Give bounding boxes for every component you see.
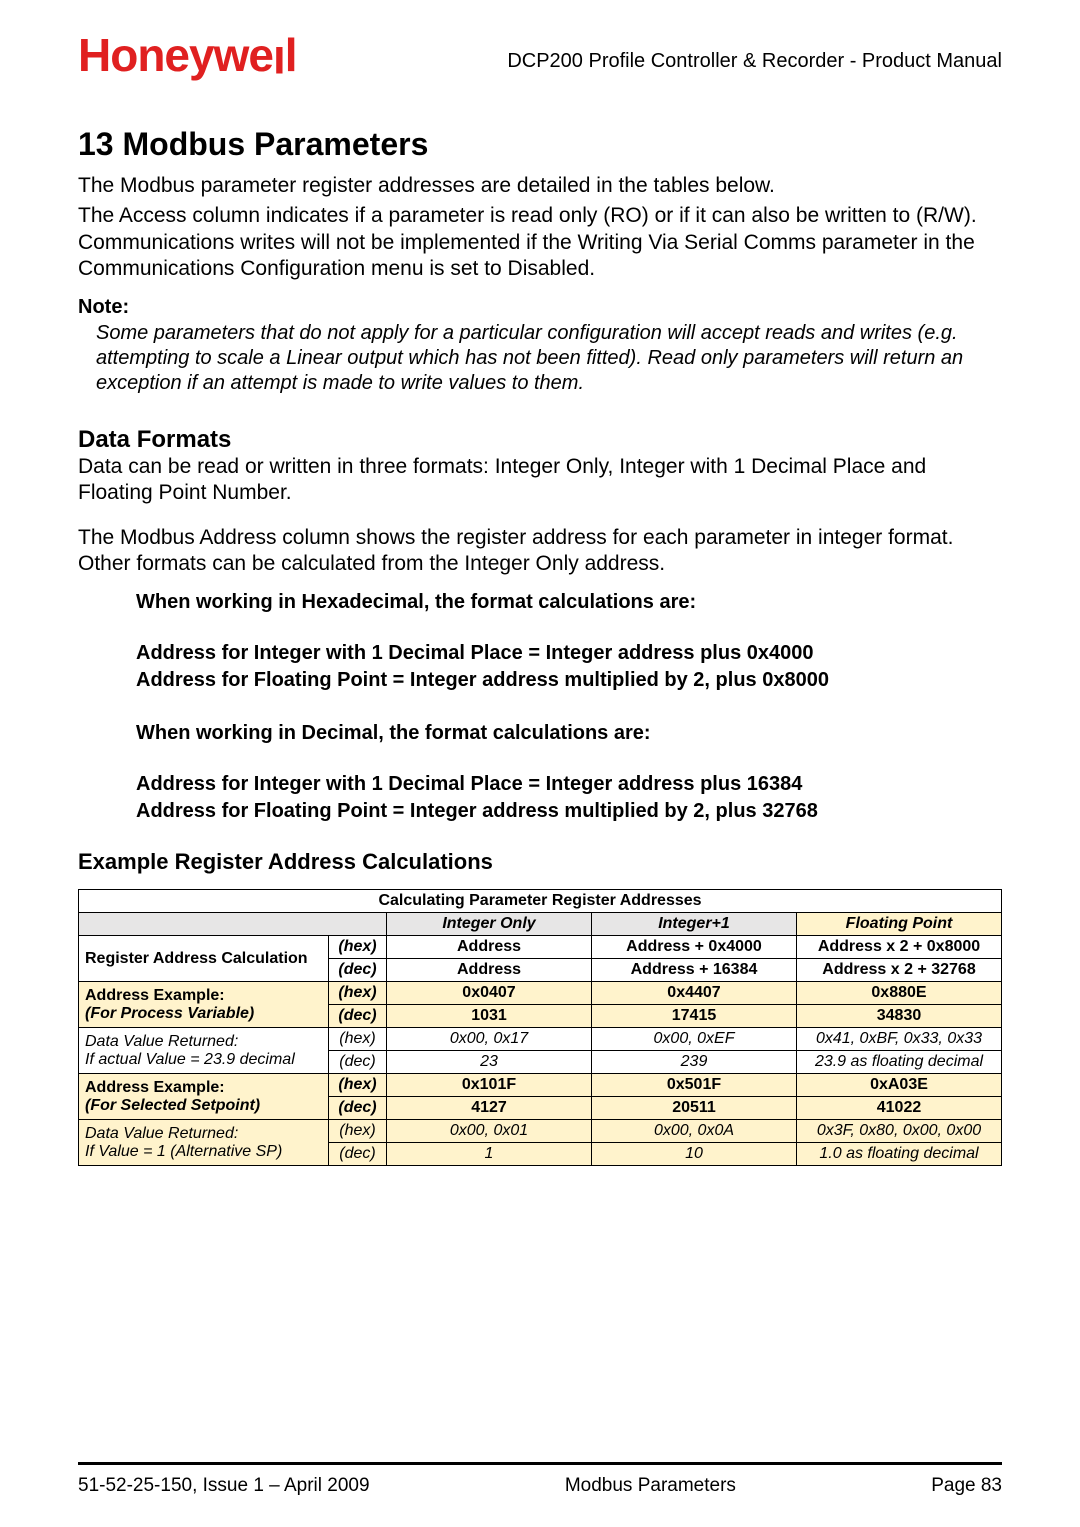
cell: 0x0407 <box>387 982 592 1005</box>
cell: 0x00, 0xEF <box>592 1028 797 1051</box>
cell: Address x 2 + 0x8000 <box>797 936 1002 959</box>
row-sublabel-text: (For Selected Setpoint) <box>85 1097 260 1114</box>
unit-dec: (dec) <box>329 959 387 982</box>
hex-calc-block: When working in Hexadecimal, the format … <box>136 591 1002 692</box>
address-calculation-table: Calculating Parameter Register Addresses… <box>78 889 1002 1166</box>
dec-calc-block: When working in Decimal, the format calc… <box>136 722 1002 823</box>
data-formats-p1: Data can be read or written in three for… <box>78 454 1002 507</box>
cell: 1.0 as floating decimal <box>797 1143 1002 1166</box>
row-label-text: Address Example: <box>85 987 225 1004</box>
cell: Address x 2 + 32768 <box>797 959 1002 982</box>
unit-hex: (hex) <box>329 982 387 1005</box>
col-header-floating-point: Floating Point <box>797 913 1002 936</box>
unit-hex-text: (hex) <box>338 938 376 955</box>
cell: 17415 <box>592 1005 797 1028</box>
cell: 0x101F <box>387 1074 592 1097</box>
row-label: Address Example: (For Selected Setpoint) <box>79 1074 329 1120</box>
cell: Address <box>387 959 592 982</box>
col-header-integer-plus1: Integer+1 <box>592 913 797 936</box>
hex-calc-heading: When working in Hexadecimal, the format … <box>136 591 1002 614</box>
unit-dec: (dec) <box>329 1005 387 1028</box>
brand-suffix-short: l <box>273 40 285 82</box>
cell: Address <box>387 936 592 959</box>
data-formats-p2: The Modbus Address column shows the regi… <box>78 525 1002 578</box>
unit-hex-text: (hex) <box>338 1076 376 1093</box>
row-label: Data Value Returned: If actual Value = 2… <box>79 1028 329 1074</box>
cell: 0x4407 <box>592 982 797 1005</box>
intro-paragraph-1: The Modbus parameter register addresses … <box>78 173 1002 199</box>
hex-calc-line2: Address for Floating Point = Integer add… <box>136 669 1002 692</box>
unit-hex: (hex) <box>329 1028 387 1051</box>
dec-calc-line1: Address for Integer with 1 Decimal Place… <box>136 773 1002 796</box>
unit-hex: (hex) <box>329 936 387 959</box>
cell: 10 <box>592 1143 797 1166</box>
cell: 23 <box>387 1051 592 1074</box>
document-title: DCP200 Profile Controller & Recorder - P… <box>507 50 1002 73</box>
cell: 0x880E <box>797 982 1002 1005</box>
dec-calc-line2: Address for Floating Point = Integer add… <box>136 800 1002 823</box>
row-sublabel-text: (For Process Variable) <box>85 1005 254 1022</box>
col-header-integer-only: Integer Only <box>387 913 592 936</box>
cell: 4127 <box>387 1097 592 1120</box>
brand-suffix-tall: l <box>285 29 297 81</box>
cell: 0x00, 0x01 <box>387 1120 592 1143</box>
page-footer: 51-52-25-150, Issue 1 – April 2009 Modbu… <box>78 1462 1002 1497</box>
note-label: Note: <box>78 296 1002 319</box>
cell: 1 <box>387 1143 592 1166</box>
section-heading: 13 Modbus Parameters <box>78 126 1002 163</box>
row-sublabel-text: If actual Value = 23.9 decimal <box>85 1051 295 1068</box>
row-label-text: Data Value Returned: <box>85 1033 238 1050</box>
data-formats-heading: Data Formats <box>78 426 1002 454</box>
table-corner <box>79 913 387 936</box>
brand-prefix: Honeywe <box>78 29 273 81</box>
cell: 0x00, 0x0A <box>592 1120 797 1143</box>
cell: 239 <box>592 1051 797 1074</box>
hex-calc-line1: Address for Integer with 1 Decimal Place… <box>136 642 1002 665</box>
footer-left: 51-52-25-150, Issue 1 – April 2009 <box>78 1475 370 1497</box>
cell: 41022 <box>797 1097 1002 1120</box>
unit-hex: (hex) <box>329 1074 387 1097</box>
intro-paragraph-2: The Access column indicates if a paramet… <box>78 203 1002 282</box>
unit-dec-text: (dec) <box>338 1099 376 1116</box>
unit-dec: (dec) <box>329 1051 387 1074</box>
cell: 34830 <box>797 1005 1002 1028</box>
cell: 0x00, 0x17 <box>387 1028 592 1051</box>
example-heading: Example Register Address Calculations <box>78 849 1002 875</box>
cell: 0xA03E <box>797 1074 1002 1097</box>
cell: 0x41, 0xBF, 0x33, 0x33 <box>797 1028 1002 1051</box>
unit-dec: (dec) <box>329 1143 387 1166</box>
cell: 0x3F, 0x80, 0x00, 0x00 <box>797 1120 1002 1143</box>
unit-hex: (hex) <box>329 1120 387 1143</box>
table-title: Calculating Parameter Register Addresses <box>79 890 1002 913</box>
footer-center: Modbus Parameters <box>565 1475 736 1497</box>
cell: Address + 0x4000 <box>592 936 797 959</box>
cell: 20511 <box>592 1097 797 1120</box>
dec-calc-heading: When working in Decimal, the format calc… <box>136 722 1002 745</box>
brand-logo: Honeywell <box>78 28 297 82</box>
row-label: Data Value Returned: If Value = 1 (Alter… <box>79 1120 329 1166</box>
row-sublabel-text: If Value = 1 (Alternative SP) <box>85 1143 282 1160</box>
cell: 1031 <box>387 1005 592 1028</box>
unit-dec-text: (dec) <box>338 961 376 978</box>
unit-hex-text: (hex) <box>338 984 376 1001</box>
row-label-text: Address Example: <box>85 1079 225 1096</box>
footer-right: Page 83 <box>931 1475 1002 1497</box>
row-label-text: Data Value Returned: <box>85 1125 238 1142</box>
note-body: Some parameters that do not apply for a … <box>96 321 1002 396</box>
row-label: Register Address Calculation <box>79 936 329 982</box>
row-label: Address Example: (For Process Variable) <box>79 982 329 1028</box>
cell: 0x501F <box>592 1074 797 1097</box>
cell: 23.9 as floating decimal <box>797 1051 1002 1074</box>
unit-dec-text: (dec) <box>338 1007 376 1024</box>
cell: Address + 16384 <box>592 959 797 982</box>
unit-dec: (dec) <box>329 1097 387 1120</box>
